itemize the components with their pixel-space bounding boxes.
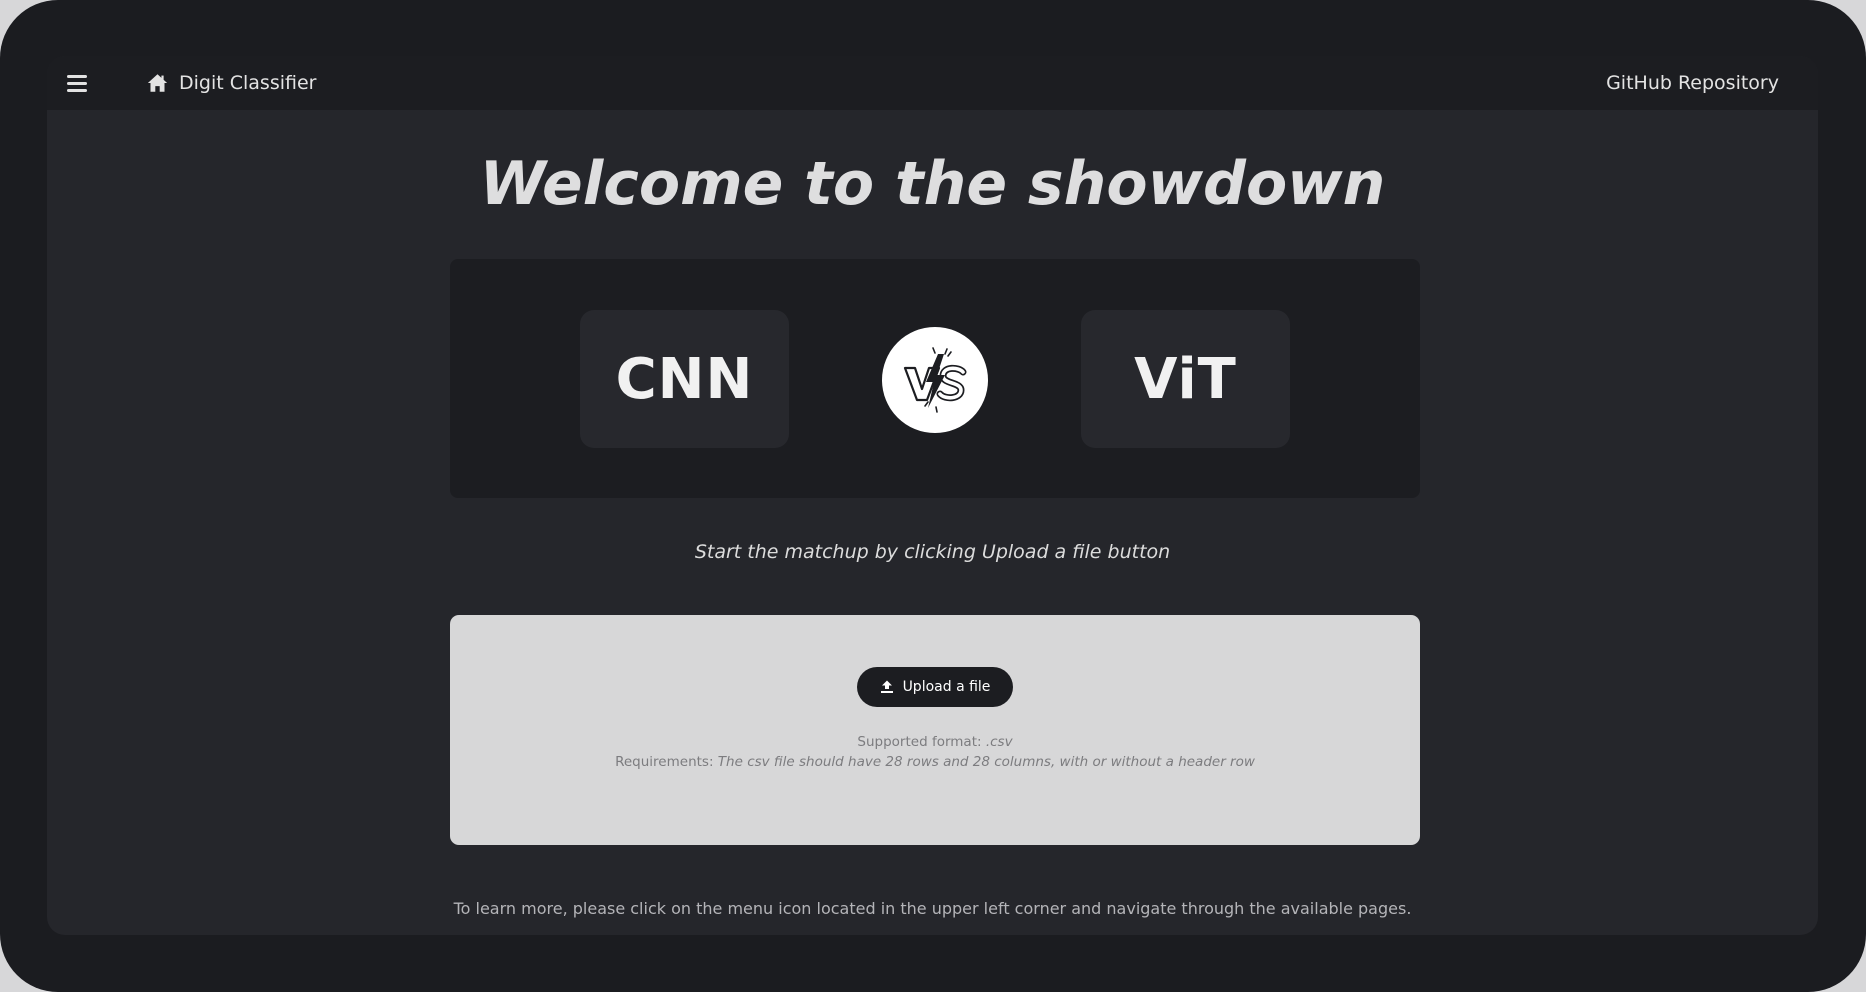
supported-format-value: .csv (985, 734, 1013, 750)
app-title: Digit Classifier (179, 72, 317, 94)
file-upload-dropzone[interactable]: Upload a file Supported format: .csv Req… (450, 615, 1420, 845)
matchup-hint: Start the matchup by clicking Upload a f… (694, 541, 1171, 563)
home-icon (147, 74, 168, 92)
upload-icon (880, 680, 893, 693)
vit-model-card: ViT (1081, 310, 1290, 448)
supported-format-text: Supported format: .csv (450, 734, 1420, 750)
requirements-text: Requirements: The csv file should have 2… (450, 754, 1420, 770)
vit-model-label: ViT (1134, 346, 1237, 412)
device-frame: Digit Classifier GitHub Repository Welco… (0, 0, 1866, 992)
versus-lightning-icon (903, 347, 967, 413)
cnn-model-label: CNN (615, 346, 754, 412)
page-title: Welcome to the showdown (479, 149, 1386, 219)
upload-file-button[interactable]: Upload a file (857, 667, 1013, 707)
model-matchup-panel: CNN ViT (450, 259, 1420, 498)
cnn-model-card: CNN (580, 310, 789, 448)
requirements-value: The csv file should have 28 rows and 28 … (717, 754, 1255, 770)
footer-help-text: To learn more, please click on the menu … (453, 899, 1412, 918)
upload-button-label: Upload a file (902, 679, 991, 695)
app-window: Digit Classifier GitHub Repository Welco… (47, 56, 1818, 935)
hamburger-menu-icon[interactable] (67, 72, 87, 94)
requirements-label: Requirements: (615, 754, 714, 770)
top-navigation-bar: Digit Classifier GitHub Repository (47, 56, 1818, 110)
supported-format-label: Supported format: (857, 734, 982, 750)
github-repository-link[interactable]: GitHub Repository (1606, 56, 1779, 110)
versus-badge (882, 327, 988, 433)
home-link[interactable]: Digit Classifier (147, 56, 316, 110)
